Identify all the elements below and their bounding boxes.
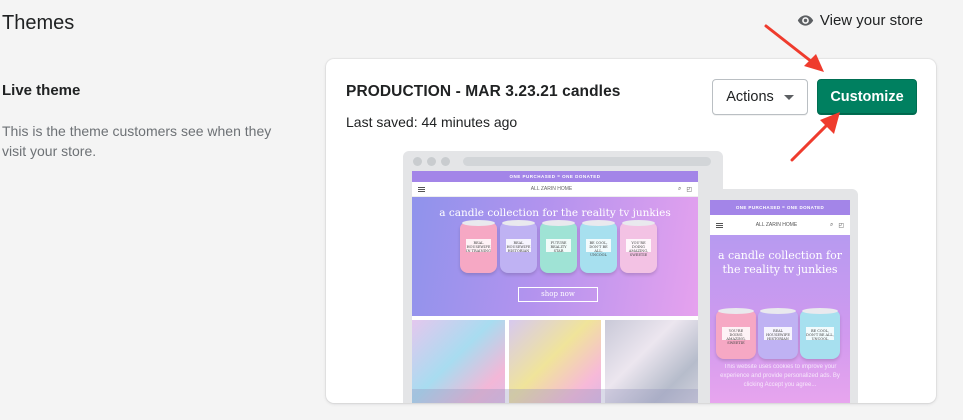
store-nav: ALL ZARIN HOME ⌕ ◰ [412, 182, 698, 197]
actions-label: Actions [726, 89, 774, 105]
menu-icon [716, 222, 723, 228]
candle-label: REAL HOUSEWIFE HISTORIAN [506, 239, 531, 253]
live-theme-annotation: Live theme This is the theme customers s… [2, 82, 292, 161]
hero-title: a candle collection for the reality tv j… [717, 249, 842, 276]
search-icon: ⌕ [677, 185, 682, 192]
candle-image: REAL HOUSEWIFE IN TRAINING [460, 220, 497, 273]
mobile-screen: ONE PURCHASED = ONE DONATED ALL ZARIN HO… [710, 200, 850, 403]
candle-row: YOU'RE DOING AMAZING, SWEETIE REAL HOUSE… [716, 308, 840, 359]
shop-now-button: shop now [518, 287, 598, 302]
candle-image: REAL HOUSEWIFE HISTORIAN [758, 308, 798, 359]
candle-image: BE COOL, DON'T BE ALL, UNCOOL [580, 220, 617, 273]
store-nav: ALL ZARIN HOME ⌕ ◰ [710, 215, 850, 235]
url-bar [463, 156, 711, 166]
candle-label: REAL HOUSEWIFE HISTORIAN [764, 327, 792, 341]
search-icon: ⌕ [829, 221, 834, 228]
store-logo: ALL ZARIN HOME [530, 186, 573, 192]
window-dot [441, 156, 450, 166]
desktop-preview: ONE PURCHASED = ONE DONATED ALL ZARIN HO… [403, 151, 723, 403]
candle-image: BE COOL, DON'T BE ALL, UNCOOL [800, 308, 840, 359]
cart-icon: ◰ [686, 186, 692, 193]
hero-title: a candle collection for the reality tv j… [439, 207, 671, 219]
store-logo: ALL ZARIN HOME [755, 222, 798, 228]
browser-chrome [403, 151, 723, 171]
candle-label: BE COOL, DON'T BE ALL, UNCOOL [806, 327, 834, 341]
page-title: Themes [2, 12, 75, 34]
candle-row: REAL HOUSEWIFE IN TRAINING REAL HOUSEWIF… [460, 220, 657, 273]
cookie-text: This website uses cookies to improve you… [720, 364, 840, 388]
window-dot [427, 156, 436, 166]
cookie-banner [412, 389, 698, 403]
hero-banner: a candle collection for the reality tv j… [710, 235, 850, 403]
candle-label: FUTURE REALITY STAR [546, 239, 571, 253]
announcement-bar: ONE PURCHASED = ONE DONATED [412, 171, 698, 182]
arrow-annotation-icon [790, 112, 840, 162]
candle-label: YOU'RE DOING AMAZING, SWEETIE [626, 239, 651, 257]
desktop-screen: ONE PURCHASED = ONE DONATED ALL ZARIN HO… [412, 171, 698, 403]
candle-image: YOU'RE DOING AMAZING, SWEETIE [620, 220, 657, 273]
window-dot [413, 156, 422, 166]
candle-label: YOU'RE DOING AMAZING, SWEETIE [722, 327, 750, 345]
menu-icon [418, 186, 425, 192]
candle-image: YOU'RE DOING AMAZING, SWEETIE [716, 308, 756, 359]
cart-icon: ◰ [838, 222, 844, 229]
live-theme-heading: Live theme [2, 82, 81, 99]
candle-image: REAL HOUSEWIFE HISTORIAN [500, 220, 537, 273]
caret-down-icon [783, 94, 794, 100]
candle-image: FUTURE REALITY STAR [540, 220, 577, 273]
mobile-preview: ONE PURCHASED = ONE DONATED ALL ZARIN HO… [702, 189, 858, 403]
hero-banner: a candle collection for the reality tv j… [412, 197, 698, 316]
candle-label: REAL HOUSEWIFE IN TRAINING [466, 239, 491, 253]
view-store-label: View your store [819, 12, 923, 29]
arrow-annotation-icon [764, 24, 824, 72]
live-theme-description: This is the theme customers see when the… [2, 123, 272, 159]
theme-name: PRODUCTION - MAR 3.23.21 candles [346, 83, 621, 100]
announcement-bar: ONE PURCHASED = ONE DONATED [710, 200, 850, 215]
candle-label: BE COOL, DON'T BE ALL, UNCOOL [586, 239, 611, 257]
last-saved-text: Last saved: 44 minutes ago [346, 114, 518, 130]
